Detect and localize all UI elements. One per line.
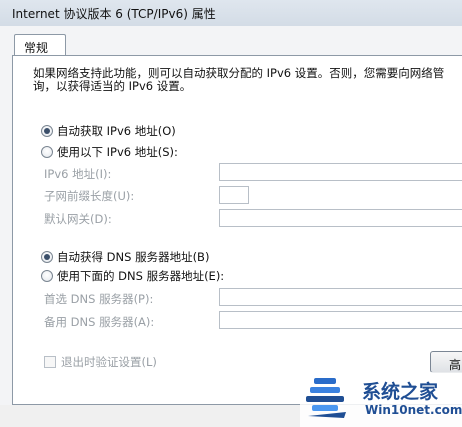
dns-manual-radio[interactable]	[41, 270, 53, 282]
watermark-url-text: Win10net.com	[365, 403, 462, 417]
validate-checkbox[interactable]	[44, 356, 56, 368]
window-title: Internet 协议版本 6 (TCP/IPv6) 属性	[12, 7, 216, 21]
general-panel	[12, 55, 462, 405]
ip-manual-label[interactable]: 使用以下 IPv6 地址(S):	[57, 144, 178, 160]
alternate-dns-field[interactable]	[219, 311, 462, 329]
description-text: 如果网络支持此功能，则可以自动获取分配的 IPv6 设置。否则，您需要向网络管 …	[33, 67, 462, 93]
preferred-dns-label: 首选 DNS 服务器(P):	[44, 292, 154, 306]
watermark-brand-text: 系统之家	[362, 381, 439, 403]
ip-auto-label[interactable]: 自动获取 IPv6 地址(O)	[57, 123, 176, 139]
default-gateway-label: 默认网关(D):	[44, 212, 112, 226]
tab-general-label: 常规	[24, 41, 49, 55]
dns-auto-radio[interactable]	[41, 251, 53, 263]
alternate-dns-label: 备用 DNS 服务器(A):	[44, 315, 155, 329]
preferred-dns-field[interactable]	[219, 288, 462, 306]
dns-auto-label[interactable]: 自动获得 DNS 服务器地址(B)	[57, 249, 209, 265]
title-bar[interactable]: Internet 协议版本 6 (TCP/IPv6) 属性	[0, 0, 462, 27]
advanced-button[interactable]: 高	[430, 351, 462, 373]
tab-strip: 常规	[0, 26, 462, 56]
description-line-2: 询，以获得适当的 IPv6 设置。	[33, 79, 192, 93]
ipv6-address-label: IPv6 地址(I):	[44, 167, 112, 181]
ipv6-address-field[interactable]	[219, 163, 462, 181]
ip-manual-radio[interactable]	[41, 146, 53, 158]
advanced-button-label: 高	[449, 358, 462, 372]
validate-label[interactable]: 退出时验证设置(L)	[61, 354, 157, 370]
dns-manual-label[interactable]: 使用下面的 DNS 服务器地址(E):	[57, 268, 224, 284]
default-gateway-field[interactable]	[219, 209, 462, 227]
subnet-prefix-field[interactable]	[219, 186, 249, 204]
tab-general[interactable]: 常规	[14, 34, 66, 56]
dialog-window: Internet 协议版本 6 (TCP/IPv6) 属性 常规 如果网络支持此…	[0, 0, 462, 427]
ip-auto-radio[interactable]	[41, 125, 53, 137]
subnet-prefix-label: 子网前缀长度(U):	[44, 189, 135, 203]
